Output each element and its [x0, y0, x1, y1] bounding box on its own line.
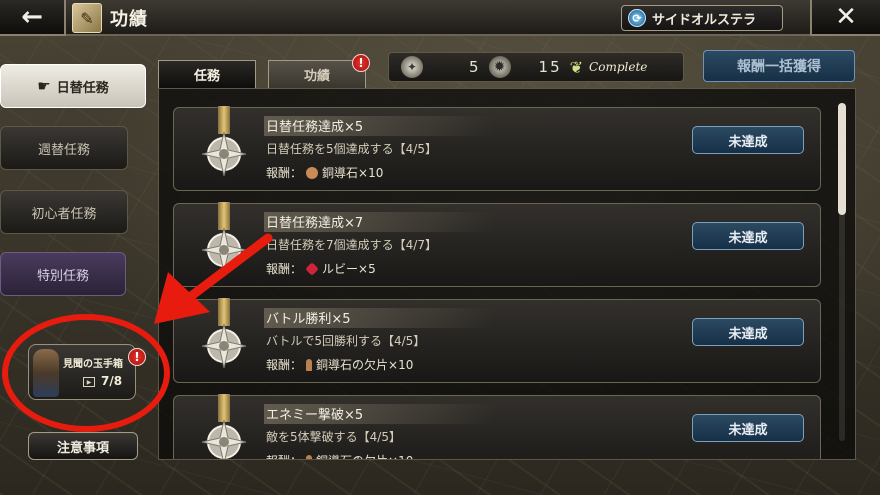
mission-status-button[interactable]: 未達成 — [692, 126, 804, 154]
tab-missions[interactable]: 任務 — [158, 60, 256, 88]
mission-title: エネミー撃破×5 — [264, 404, 494, 424]
reward-value: 銅導石の欠片×10 — [316, 452, 413, 459]
pointing-hand-icon: ☛ — [37, 77, 51, 95]
gear-count: 15 — [538, 58, 562, 76]
medal-count: 5 — [469, 58, 479, 76]
sidebar-item-label: 週替任務 — [37, 142, 90, 158]
copper-shard-icon — [306, 454, 313, 459]
complete-label: Complete — [589, 60, 648, 74]
reward-label: 報酬： — [266, 358, 303, 372]
ruby-icon — [305, 261, 319, 276]
side-order-label: サイドオルステラ — [652, 12, 757, 28]
sidebar-item-label: 日替任務 — [56, 80, 109, 96]
bulk-claim-button[interactable]: 報酬一括獲得 — [703, 50, 855, 82]
reward-label: 報酬： — [266, 452, 302, 459]
back-button[interactable]: ← — [0, 0, 66, 36]
reward-value: 銅導石の欠片×10 — [316, 358, 414, 372]
swap-icon: ⟳ — [628, 9, 646, 27]
mission-description: バトルで5回勝利する【4/5】 — [266, 334, 426, 348]
mission-reward: 報酬： 銅導石の欠片×10 — [266, 452, 413, 459]
sidebar-item-daily[interactable]: ☛ 日替任務 — [0, 64, 146, 108]
sidebar-item-label: 特別任務 — [36, 268, 89, 284]
sidebar-item-label: 初心者任務 — [31, 206, 97, 222]
medal-icon: ✦ — [401, 56, 423, 78]
achievement-scroll-icon: ✎ — [72, 3, 102, 33]
medal-icon — [201, 419, 247, 459]
reward-label: 報酬： — [266, 166, 303, 180]
mission-reward: 報酬： 銅導石の欠片×10 — [266, 356, 413, 373]
achievements-alert-badge: ! — [352, 54, 370, 72]
mission-title: 日替任務達成×7 — [264, 212, 494, 232]
sidebar-item-beginner[interactable]: 初心者任務 — [0, 190, 128, 234]
page-title: 功績 — [110, 9, 148, 30]
annotation-circle — [2, 314, 170, 432]
mission-row: エネミー撃破×5 敵を5体撃破する【4/5】 報酬： 銅導石の欠片×10 未達成 — [173, 394, 821, 459]
mission-status-button[interactable]: 未達成 — [692, 222, 804, 250]
copper-stone-icon — [306, 166, 319, 179]
sidebar-item-special[interactable]: 特別任務 — [0, 252, 126, 296]
sidebar-item-weekly[interactable]: 週替任務 — [0, 126, 128, 170]
mission-reward: 報酬： ルビー×5 — [266, 260, 376, 277]
mission-description: 敵を5体撃破する【4/5】 — [266, 430, 401, 444]
copper-shard-icon — [306, 358, 313, 371]
scrollbar[interactable] — [838, 103, 846, 441]
annotation-arrow-icon — [154, 233, 273, 324]
mission-description: 日替任務を7個達成する【4/7】 — [266, 238, 437, 252]
notes-button[interactable]: 注意事項 — [28, 432, 138, 460]
mission-reward: 報酬： 銅導石×10 — [266, 164, 383, 181]
mission-status-button[interactable]: 未達成 — [692, 414, 804, 442]
close-button[interactable]: ✕ — [810, 0, 880, 36]
reward-value: ルビー×5 — [322, 262, 376, 276]
mission-status-button[interactable]: 未達成 — [692, 318, 804, 346]
leaf-icon: ❦ — [569, 57, 584, 77]
scroll-thumb[interactable] — [838, 103, 846, 215]
mission-row: 日替任務達成×5 日替任務を5個達成する【4/5】 報酬： 銅導石×10 未達成 — [173, 106, 821, 191]
stats-bar: ✦ 5 ✹ 15 ❦ Complete — [388, 52, 684, 82]
medal-icon — [201, 131, 247, 177]
gear-icon: ✹ — [488, 56, 511, 78]
mission-description: 日替任務を5個達成する【4/5】 — [266, 142, 437, 156]
reward-value: 銅導石×10 — [322, 166, 384, 180]
mission-title: バトル勝利×5 — [264, 308, 494, 328]
mission-title: 日替任務達成×5 — [264, 116, 494, 136]
side-order-button[interactable]: ⟳ サイドオルステラ — [621, 5, 783, 31]
